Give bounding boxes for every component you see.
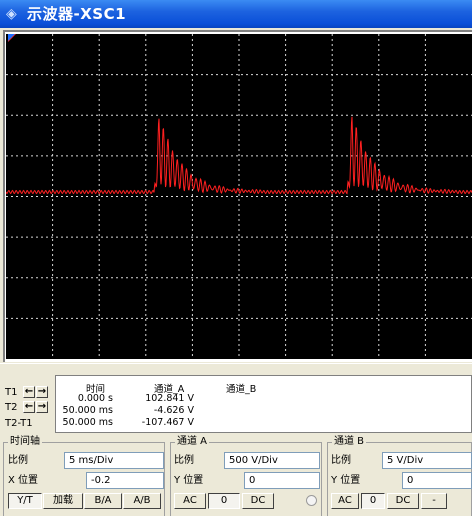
cursor-markers	[8, 34, 16, 42]
ba-mode-button[interactable]: B/A	[84, 493, 122, 509]
readout-header-b: 通道_B	[226, 384, 257, 395]
channel-a-radio-icon[interactable]	[306, 495, 317, 506]
yt-mode-button[interactable]: Y/T	[8, 493, 42, 509]
scope-grid	[6, 34, 472, 359]
divider	[0, 363, 472, 373]
channel-a-ac-button[interactable]: AC	[174, 493, 206, 509]
oscilloscope-screen	[6, 34, 472, 359]
channel-a-dc-button[interactable]: DC	[242, 493, 274, 509]
timebase-title: 时间轴	[8, 436, 42, 448]
channel-b-title: 通道 B	[332, 436, 367, 448]
t1-left-arrow-icon[interactable]: ←	[23, 386, 35, 398]
readout-diff-time: 50.000 ms	[62, 417, 113, 428]
channel-b-invert-button[interactable]: -	[421, 493, 447, 509]
channel-a-ypos-field[interactable]: 0	[244, 472, 320, 489]
channel-a-ypos-label: Y 位置	[174, 475, 204, 486]
cursor-diff-row: T2-T1	[3, 416, 53, 432]
channel-b-scale-field[interactable]: 5 V/Div	[382, 452, 472, 469]
cursor-t2-row: T2 ← →	[3, 400, 53, 416]
cursor-readout-panel: 时间 通道_A 通道_B 0.000 s 102.841 V 50.000 ms…	[55, 375, 472, 433]
add-mode-button[interactable]: 加载	[43, 493, 83, 509]
timebase-xpos-label: X 位置	[8, 475, 39, 486]
channel-b-ac-button[interactable]: AC	[331, 493, 359, 509]
channel-b-ypos-field[interactable]: 0	[402, 472, 472, 489]
channel-a-scale-field[interactable]: 500 V/Div	[224, 452, 320, 469]
window-title: 示波器-XSC1	[27, 5, 127, 23]
oscilloscope-window: ◈ 示波器-XSC1 T1 ← → T2 ← → T2-T1 时间 通道_A 通…	[0, 0, 472, 516]
channel-b-scale-label: 比例	[331, 455, 351, 466]
readout-t1-time: 0.000 s	[77, 393, 113, 404]
scope-display	[6, 34, 472, 359]
channel-a-title: 通道 A	[175, 436, 210, 448]
cursor-t1-label: T1	[5, 387, 18, 398]
title-bar[interactable]: ◈ 示波器-XSC1	[0, 0, 472, 28]
cursor-diff-label: T2-T1	[5, 418, 33, 429]
cursor-t1-row: T1 ← →	[3, 385, 53, 401]
channel-b-zero-button[interactable]: 0	[361, 493, 385, 509]
t2-left-arrow-icon[interactable]: ←	[23, 401, 35, 413]
timebase-scale-label: 比例	[8, 455, 28, 466]
readout-t1-a: 102.841 V	[145, 393, 194, 404]
channel-b-dc-button[interactable]: DC	[387, 493, 419, 509]
readout-t2-a: -4.626 V	[153, 405, 194, 416]
channel-a-scale-label: 比例	[174, 455, 194, 466]
oscilloscope-icon: ◈	[6, 6, 17, 22]
timebase-xpos-field[interactable]: -0.2	[86, 472, 164, 489]
t2-right-arrow-icon[interactable]: →	[36, 401, 48, 413]
readout-t2-time: 50.000 ms	[62, 405, 113, 416]
ab-mode-button[interactable]: A/B	[123, 493, 161, 509]
cursor-t2-label: T2	[5, 402, 18, 413]
channel-b-ypos-label: Y 位置	[331, 475, 361, 486]
readout-diff-a: -107.467 V	[141, 417, 194, 428]
timebase-scale-field[interactable]: 5 ms/Div	[64, 452, 164, 469]
t1-right-arrow-icon[interactable]: →	[36, 386, 48, 398]
channel-a-zero-button[interactable]: 0	[208, 493, 240, 509]
